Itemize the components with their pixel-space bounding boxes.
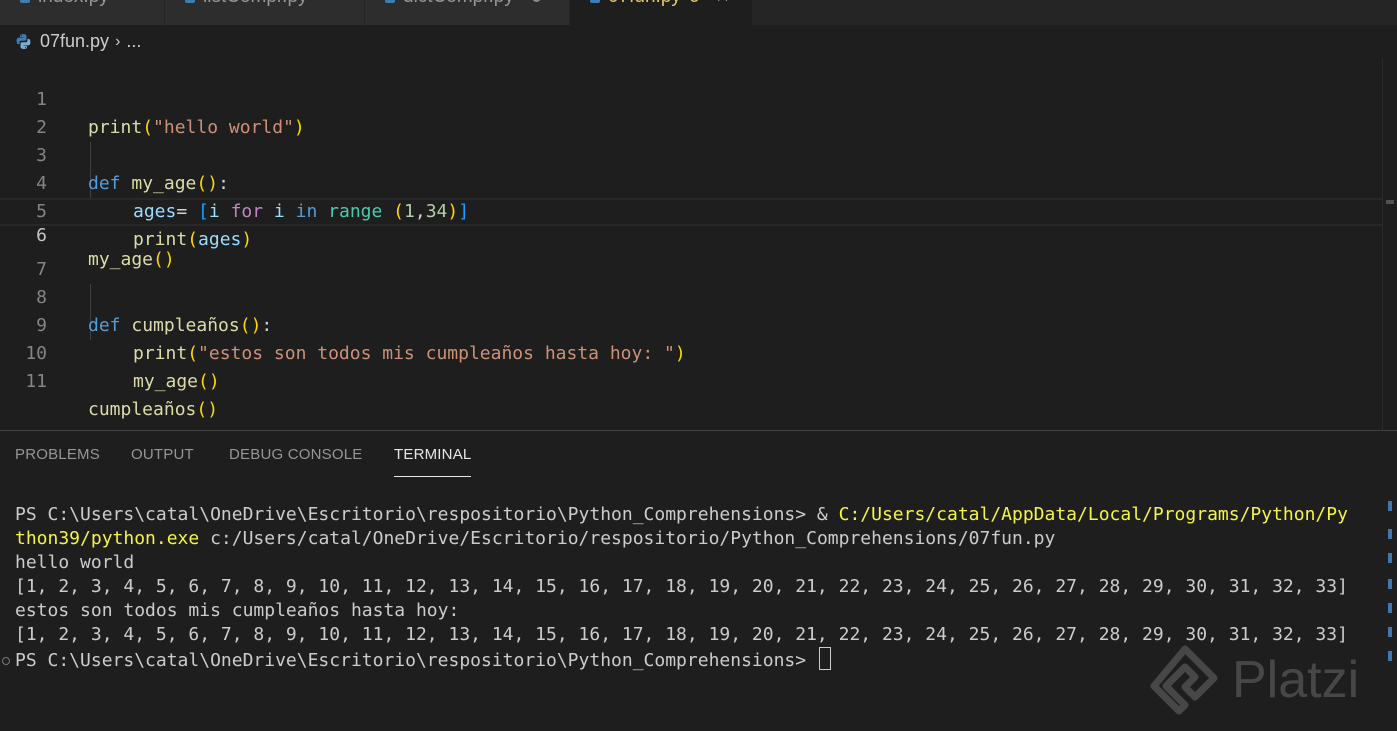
code-line[interactable]: 9 print("estos son todos mis cumpleaños …: [0, 284, 1397, 364]
python-file-icon: [20, 0, 30, 3]
tab-listcompr-py[interactable]: listCompr.py: [165, 0, 365, 25]
terminal-cursor: [818, 647, 831, 670]
scrollbar-marker: [1388, 579, 1392, 589]
terminal-command-path: C:/Users/catal/AppData/Local/Programs/Py…: [838, 504, 1348, 525]
tab-problems[interactable]: PROBLEMS: [15, 446, 100, 463]
chevron-right-icon: ›: [115, 32, 121, 50]
python-file-icon: [590, 0, 600, 3]
close-icon[interactable]: ✕: [715, 0, 729, 7]
code-text: cumpleaños(): [88, 396, 218, 424]
scrollbar-cursor-marker: [1386, 200, 1394, 204]
scrollbar-marker: [1388, 603, 1392, 613]
tab-dictcompr-py[interactable]: dictCompr.py: [365, 0, 570, 25]
token-function: my_age: [133, 371, 199, 392]
command-decoration-icon[interactable]: [2, 657, 10, 665]
python-file-icon: [185, 0, 195, 3]
code-line[interactable]: 8 def cumpleaños():: [0, 256, 1397, 336]
unsaved-dot-icon[interactable]: [531, 0, 541, 2]
scrollbar-marker: [1388, 501, 1392, 511]
token-paren: (): [196, 399, 219, 420]
watermark-text: Platzi: [1232, 651, 1360, 709]
code-line[interactable]: 5 print(ages): [0, 170, 1397, 250]
problem-count-badge: 6: [689, 0, 700, 8]
terminal-prompt: PS C:\Users\catal\OneDrive\Escritorio\re…: [15, 504, 839, 525]
tab-07fun-py[interactable]: 07fun.py 6 ✕: [570, 0, 753, 25]
code-line[interactable]: 11 cumpleaños(): [0, 340, 1397, 420]
tab-debug-console[interactable]: DEBUG CONSOLE: [229, 446, 362, 463]
tab-index-py[interactable]: index.py: [0, 0, 165, 25]
platzi-logo-icon: [1150, 645, 1218, 715]
token-paren: (): [198, 371, 220, 392]
terminal-command-arg: c:/Users/catal/OneDrive/Escritorio/respo…: [199, 528, 1056, 549]
terminal-command-path: thon39/python.exe: [15, 528, 200, 549]
terminal-line: PS C:\Users\catal\OneDrive\Escritorio\re…: [15, 503, 1375, 527]
breadcrumb: 07fun.py › ...: [0, 25, 1397, 58]
terminal-line: estos son todos mis cumpleaños hasta hoy…: [15, 600, 460, 621]
terminal-prompt: PS C:\Users\catal\OneDrive\Escritorio\re…: [15, 650, 807, 671]
code-line[interactable]: 7: [0, 228, 1397, 280]
python-logo-icon: [16, 34, 31, 49]
scrollbar-marker: [1388, 553, 1392, 563]
code-line[interactable]: 4 ages= [i for i in range (1,34)]: [0, 142, 1397, 222]
terminal-line: thon39/python.exe c:/Users/catal/OneDriv…: [15, 527, 1375, 551]
breadcrumb-more[interactable]: ...: [126, 31, 141, 52]
tab-label: listCompr.py: [203, 0, 308, 8]
code-text: my_age(): [133, 368, 220, 396]
scrollbar-marker: [1388, 529, 1392, 539]
breadcrumb-file[interactable]: 07fun.py: [40, 31, 109, 52]
code-editor[interactable]: 1 print("hello world") 2 3 def my_age():…: [0, 58, 1397, 430]
tab-terminal[interactable]: TERMINAL: [394, 446, 472, 477]
tab-label: index.py: [38, 0, 109, 8]
tab-label: 07fun.py: [608, 0, 681, 8]
editor-vertical-scrollbar[interactable]: [1382, 58, 1397, 430]
python-file-icon: [385, 0, 395, 3]
code-line-current[interactable]: 6 my_age(): [0, 198, 1397, 270]
code-line[interactable]: 3 def my_age():: [0, 114, 1397, 194]
panel-tab-bar: PROBLEMS OUTPUT DEBUG CONSOLE TERMINAL: [0, 431, 1397, 481]
line-number: 11: [25, 371, 47, 392]
platzi-watermark: Platzi: [1150, 640, 1397, 720]
scrollbar-marker: [1388, 627, 1392, 637]
code-line[interactable]: 10 my_age(): [0, 312, 1397, 392]
tab-label: dictCompr.py: [403, 0, 514, 8]
code-line[interactable]: 1 print("hello world"): [0, 58, 1397, 138]
token-function: cumpleaños: [88, 399, 197, 420]
editor-tab-bar: index.py listCompr.py dictCompr.py 07fun…: [0, 0, 1397, 25]
code-line[interactable]: 2: [0, 86, 1397, 138]
terminal-line: [1, 2, 3, 4, 5, 6, 7, 8, 9, 10, 11, 12, …: [15, 576, 1348, 597]
terminal-line: hello world: [15, 552, 135, 573]
tab-output[interactable]: OUTPUT: [131, 446, 194, 463]
